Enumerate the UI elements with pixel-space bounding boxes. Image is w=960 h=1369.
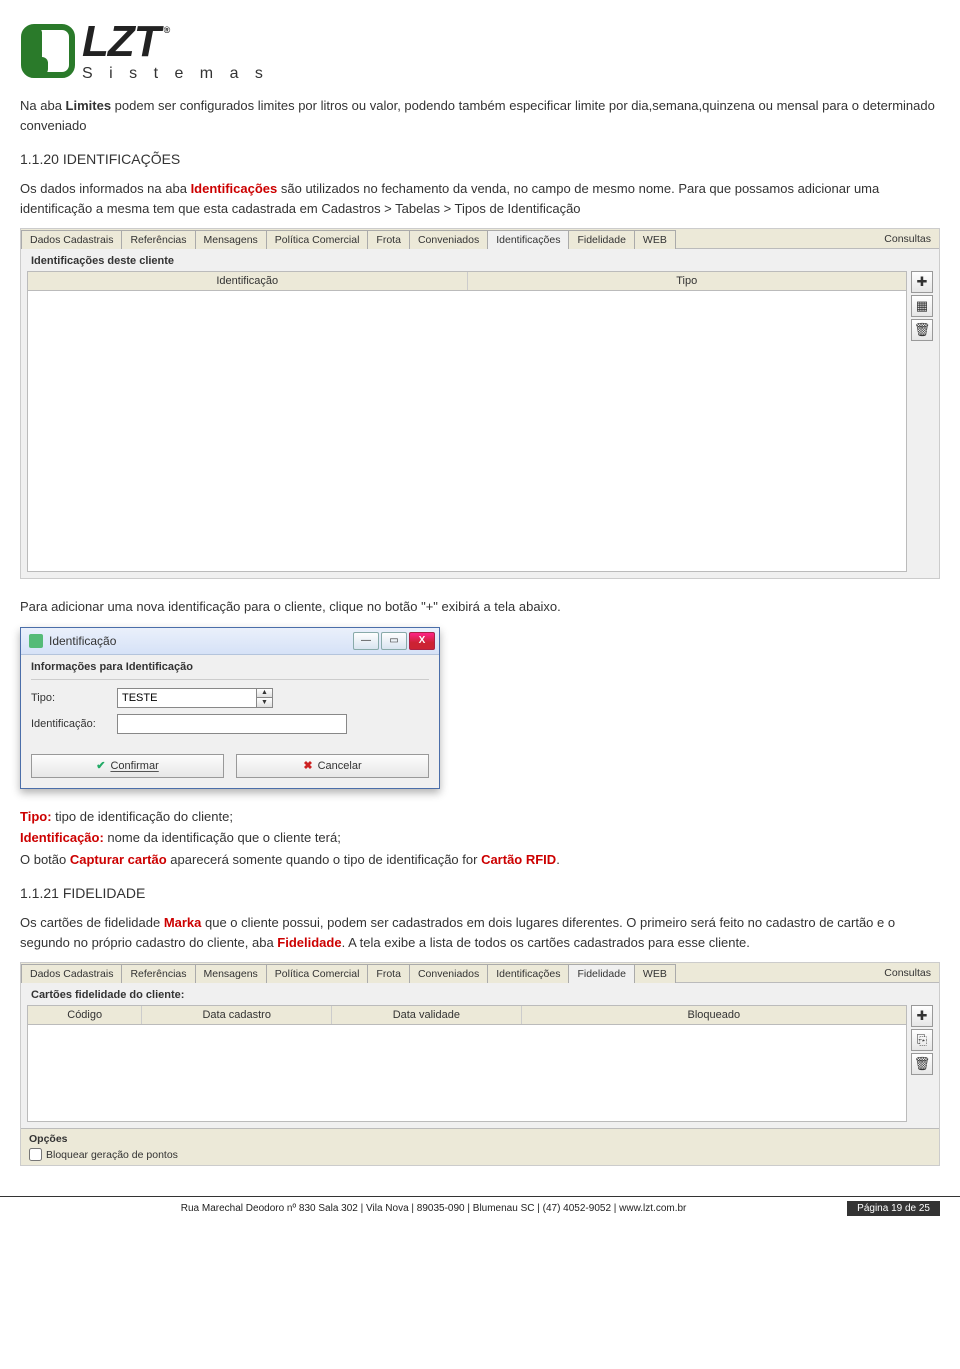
add-button-2[interactable]: ✚ — [911, 1005, 933, 1027]
identificacoes-table: Identificação Tipo — [27, 271, 907, 572]
options-panel: Opções Bloquear geração de pontos — [21, 1128, 939, 1165]
heading-identificacoes: 1.1.20 IDENTIFICAÇÕES — [20, 151, 940, 167]
tab2-consultas[interactable]: Consultas — [876, 964, 939, 982]
identificacao-input[interactable] — [117, 714, 347, 734]
tab-politica-comercial[interactable]: Política Comercial — [266, 230, 369, 249]
tab2-frota[interactable]: Frota — [367, 964, 410, 983]
x-icon: ✖ — [303, 759, 312, 772]
tab2-referencias[interactable]: Referências — [121, 964, 195, 983]
logo: LZT® S i s t e m a s — [20, 20, 940, 82]
tab2-mensagens[interactable]: Mensagens — [195, 964, 267, 983]
identificacao-label: Identificação: — [31, 718, 117, 730]
def-identificacao: Identificação: nome da identificação que… — [20, 828, 940, 848]
maximize-button[interactable]: ▭ — [381, 632, 407, 650]
fid-paragraph: Os cartões de fidelidade Marka que o cli… — [20, 913, 940, 952]
intro-paragraph: Na aba Limites podem ser configurados li… — [20, 96, 940, 135]
maximize-icon: ▭ — [389, 635, 398, 646]
tab-bar-2: Dados Cadastrais Referências Mensagens P… — [21, 963, 939, 983]
col-data-cadastro[interactable]: Data cadastro — [142, 1006, 332, 1024]
close-button[interactable]: X — [409, 632, 435, 650]
ident-paragraph-2: Para adicionar uma nova identificação pa… — [20, 597, 940, 617]
col-data-validade[interactable]: Data validade — [332, 1006, 522, 1024]
spinner-down-icon: ▼ — [257, 698, 272, 707]
tab2-dados-cadastrais[interactable]: Dados Cadastrais — [21, 964, 122, 983]
confirmar-button[interactable]: ✔ Confirmar — [31, 754, 224, 778]
tipo-spinner[interactable]: ▲ ▼ — [257, 688, 273, 708]
fidelidade-table: Código Data cadastro Data validade Bloqu… — [27, 1005, 907, 1122]
tab-mensagens[interactable]: Mensagens — [195, 230, 267, 249]
col-bloqueado[interactable]: Bloqueado — [522, 1006, 906, 1024]
trash-icon: 🗑 — [914, 322, 931, 338]
add-button[interactable]: ✚ — [911, 271, 933, 293]
delete-button[interactable]: 🗑 — [911, 319, 933, 341]
plus-icon: ✚ — [917, 1008, 928, 1024]
heading-fidelidade: 1.1.21 FIDELIDADE — [20, 885, 940, 901]
group-label-2: Cartões fidelidade do cliente: — [21, 983, 939, 1005]
open-button-2[interactable]: ⎘ — [911, 1029, 933, 1051]
plus-icon: ✚ — [917, 274, 928, 290]
tab-consultas[interactable]: Consultas — [876, 230, 939, 248]
tab2-politica-comercial[interactable]: Política Comercial — [266, 964, 369, 983]
col-codigo[interactable]: Código — [28, 1006, 142, 1024]
open-icon: ⎘ — [917, 1032, 927, 1048]
def-capturar-cartao: O botão Capturar cartão aparecerá soment… — [20, 850, 940, 870]
logo-title: LZT® — [82, 20, 269, 64]
col-tipo[interactable]: Tipo — [468, 272, 907, 290]
table-body-empty-2 — [28, 1025, 906, 1121]
tab-conveniados[interactable]: Conveniados — [409, 230, 488, 249]
tab2-fidelidade[interactable]: Fidelidade — [568, 964, 634, 983]
fieldset-label: Informações para Identificação — [31, 661, 429, 680]
table-body-empty — [28, 291, 906, 571]
dialog-title: Identificação — [49, 634, 116, 648]
minimize-icon: — — [361, 635, 371, 646]
dialog-app-icon — [29, 634, 43, 648]
footer-address: Rua Marechal Deodoro nº 830 Sala 302 | V… — [20, 1203, 847, 1214]
minimize-button[interactable]: — — [353, 632, 379, 650]
dialog-titlebar: Identificação — ▭ X — [21, 628, 439, 655]
options-label: Opções — [29, 1133, 931, 1145]
ident-paragraph-1: Os dados informados na aba Identificaçõe… — [20, 179, 940, 218]
bloquear-geracao-label: Bloquear geração de pontos — [46, 1149, 178, 1161]
def-tipo: Tipo: tipo de identificação do cliente; — [20, 807, 940, 827]
col-identificacao[interactable]: Identificação — [28, 272, 468, 290]
identificacao-dialog: Identificação — ▭ X Informações para Ide… — [20, 627, 440, 789]
tab2-conveniados[interactable]: Conveniados — [409, 964, 488, 983]
identificacoes-window: Dados Cadastrais Referências Mensagens P… — [20, 228, 940, 579]
tab-bar: Dados Cadastrais Referências Mensagens P… — [21, 229, 939, 249]
group-label: Identificações deste cliente — [21, 249, 939, 271]
bloquear-geracao-checkbox[interactable]: Bloquear geração de pontos — [29, 1148, 931, 1161]
tipo-input[interactable] — [117, 688, 257, 708]
tipo-label: Tipo: — [31, 692, 117, 704]
bloquear-geracao-input[interactable] — [29, 1148, 42, 1161]
logo-mark-icon — [20, 23, 76, 79]
tab-dados-cadastrais[interactable]: Dados Cadastrais — [21, 230, 122, 249]
tab-referencias[interactable]: Referências — [121, 230, 195, 249]
spinner-up-icon: ▲ — [257, 689, 272, 699]
tab2-web[interactable]: WEB — [634, 964, 676, 983]
close-icon: X — [419, 635, 426, 646]
footer-page-number: Página 19 de 25 — [847, 1201, 940, 1216]
edit-button[interactable]: ▦ — [911, 295, 933, 317]
fidelidade-window: Dados Cadastrais Referências Mensagens P… — [20, 962, 940, 1166]
cancelar-button[interactable]: ✖ Cancelar — [236, 754, 429, 778]
tab-web[interactable]: WEB — [634, 230, 676, 249]
registered-icon: ® — [164, 26, 170, 35]
edit-icon: ▦ — [916, 298, 928, 314]
page-footer: Rua Marechal Deodoro nº 830 Sala 302 | V… — [0, 1196, 960, 1224]
tab2-identificacoes[interactable]: Identificações — [487, 964, 569, 983]
check-icon: ✔ — [96, 759, 105, 772]
logo-subtitle: S i s t e m a s — [82, 66, 269, 82]
delete-button-2[interactable]: 🗑 — [911, 1053, 933, 1075]
tab-identificacoes[interactable]: Identificações — [487, 230, 569, 249]
trash-icon: 🗑 — [914, 1056, 931, 1072]
tab-frota[interactable]: Frota — [367, 230, 410, 249]
tab-fidelidade[interactable]: Fidelidade — [568, 230, 634, 249]
